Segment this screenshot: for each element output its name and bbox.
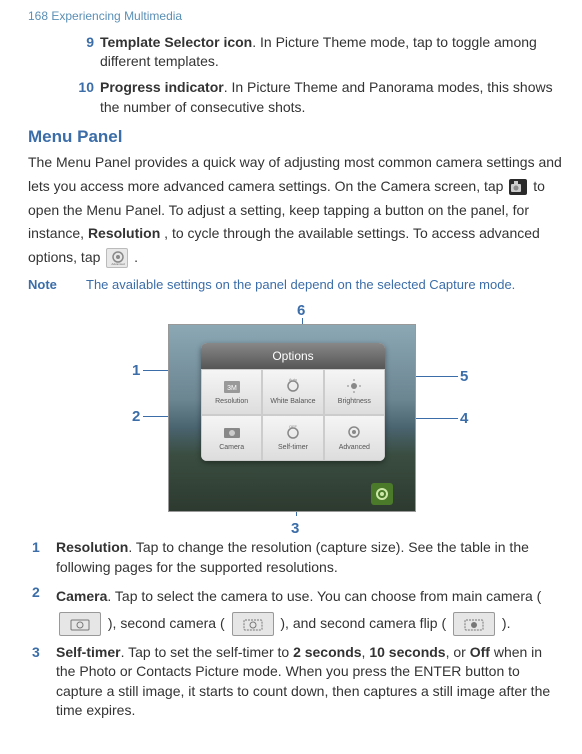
option-white-balance[interactable]: Auto White Balance — [262, 369, 323, 415]
bold-2s: 2 seconds — [293, 644, 361, 660]
options-grid: 3M Resolution Auto White Balance Brightn… — [201, 369, 385, 461]
main-camera-icon — [59, 612, 101, 636]
list-item-2: 2 Camera. Tap to select the camera to us… — [28, 583, 562, 636]
figure-options-panel: 6 1 2 5 4 3 Options 3M Resolution Auto W… — [28, 298, 562, 538]
option-label: White Balance — [270, 397, 315, 407]
option-label: Brightness — [338, 397, 371, 407]
svg-text:3M: 3M — [227, 385, 237, 392]
note-text: The available settings on the panel depe… — [86, 276, 562, 294]
item-title: Self-timer — [56, 644, 121, 660]
menu-panel-paragraph: The Menu Panel provides a quick way of a… — [28, 151, 562, 270]
second-camera-icon — [232, 612, 274, 636]
second-camera-flip-icon — [453, 612, 495, 636]
text-seg: ), second camera ( — [108, 615, 229, 631]
svg-text:OFF: OFF — [289, 424, 298, 429]
callout-2: 2 — [132, 406, 140, 427]
list-item-10: 10 Progress indicator. In Picture Theme … — [28, 78, 562, 117]
advanced-icon: Advanced — [106, 248, 128, 268]
bold-off: Off — [470, 644, 490, 660]
list-item-1: 1 Resolution. Tap to change the resoluti… — [28, 538, 562, 577]
list-item-3: 3 Self-timer. Tap to set the self-timer … — [28, 643, 562, 721]
resolution-word: Resolution — [88, 225, 160, 241]
option-advanced[interactable]: Advanced — [324, 415, 385, 461]
item-number: 2 — [32, 583, 50, 636]
option-camera[interactable]: Camera — [201, 415, 262, 461]
item-text: Progress indicator. In Picture Theme and… — [100, 78, 562, 117]
white-balance-icon: Auto — [279, 377, 307, 395]
option-brightness[interactable]: Brightness — [324, 369, 385, 415]
callout-5: 5 — [460, 366, 468, 387]
options-header: Options — [201, 343, 385, 369]
advanced-opt-icon — [340, 423, 368, 441]
item-title: Template Selector icon — [100, 34, 252, 50]
item-number: 10 — [74, 78, 94, 117]
page-header: 168 Experiencing Multimedia — [28, 8, 562, 25]
option-label: Advanced — [339, 443, 370, 453]
text-seg: . Tap to select the camera to use. You c… — [107, 588, 541, 604]
option-label: Self-timer — [278, 443, 308, 453]
menu-panel-icon — [509, 179, 527, 195]
callout-1: 1 — [132, 360, 140, 381]
option-self-timer[interactable]: OFF Self-timer — [262, 415, 323, 461]
item-text: Template Selector icon. In Picture Theme… — [100, 33, 562, 72]
item-title: Progress indicator — [100, 79, 224, 95]
item-text: Self-timer. Tap to set the self-timer to… — [56, 643, 562, 721]
brightness-icon — [340, 377, 368, 395]
option-resolution[interactable]: 3M Resolution — [201, 369, 262, 415]
bottom-bar — [169, 481, 415, 507]
list-item-9: 9 Template Selector icon. In Picture The… — [28, 33, 562, 72]
text-seg: ). — [502, 615, 511, 631]
resolution-icon: 3M — [218, 377, 246, 395]
gear-icon — [374, 486, 390, 502]
item-title: Resolution — [56, 539, 128, 555]
item-number: 9 — [74, 33, 94, 72]
callout-3: 3 — [291, 518, 299, 539]
option-label: Resolution — [215, 397, 248, 407]
note-label: Note — [28, 276, 86, 294]
text-seg: . Tap to set the self-timer to — [121, 644, 293, 660]
item-title: Camera — [56, 588, 107, 604]
bold-10s: 10 seconds — [369, 644, 445, 660]
callout-4: 4 — [460, 408, 468, 429]
svg-text:Advanced: Advanced — [112, 262, 126, 266]
section-title-menu-panel: Menu Panel — [28, 125, 562, 149]
text-seg: ), and second camera flip ( — [280, 615, 450, 631]
options-panel: Options 3M Resolution Auto White Balance… — [201, 343, 385, 461]
option-label: Camera — [219, 443, 244, 453]
text-segment: The Menu Panel provides a quick way of a… — [28, 154, 562, 194]
item-number: 1 — [32, 538, 50, 577]
self-timer-icon: OFF — [279, 423, 307, 441]
item-text: Camera. Tap to select the camera to use.… — [56, 583, 562, 636]
text-segment: . — [134, 249, 138, 265]
gear-button[interactable] — [371, 483, 393, 505]
camera-opt-icon — [218, 423, 246, 441]
item-number: 3 — [32, 643, 50, 721]
note-row: Note The available settings on the panel… — [28, 276, 562, 294]
svg-text:Auto: Auto — [289, 377, 298, 382]
text-seg: , or — [446, 644, 470, 660]
item-text: Resolution. Tap to change the resolution… — [56, 538, 562, 577]
camera-screenshot: Options 3M Resolution Auto White Balance… — [168, 324, 416, 512]
